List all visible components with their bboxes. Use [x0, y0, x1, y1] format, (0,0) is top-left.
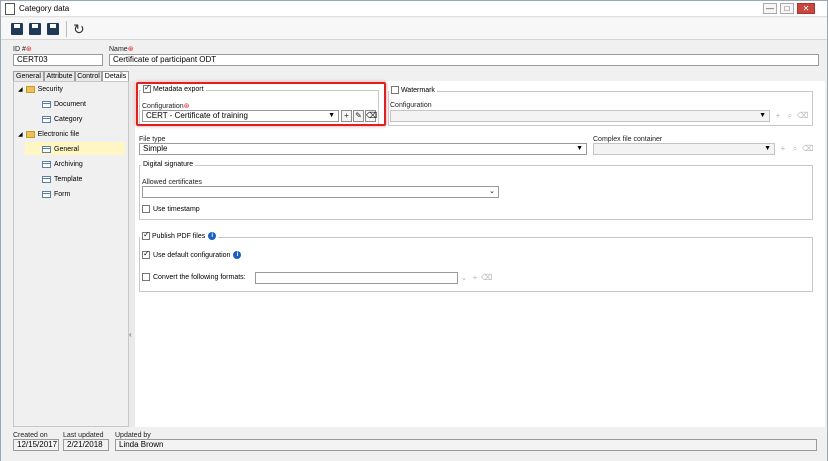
save-and-close-icon: [47, 23, 59, 35]
minimize-button[interactable]: —: [763, 3, 777, 14]
document-icon: [5, 3, 15, 15]
info-icon[interactable]: i: [233, 251, 242, 260]
use-timestamp-checkbox[interactable]: [142, 205, 150, 214]
refresh-icon: ↻: [73, 21, 85, 37]
complex-container-select[interactable]: ▼: [593, 143, 775, 155]
id-field[interactable]: CERT03: [13, 54, 103, 66]
updated-by-label: Updated by: [115, 432, 151, 439]
watermark-legend: Watermark: [389, 86, 437, 96]
updated-by-field: Linda Brown: [115, 439, 817, 451]
dropdown-arrow-icon: ▼: [759, 112, 766, 119]
tree-node-electronic-file[interactable]: ◢ Electronic file: [18, 130, 79, 140]
tree-node-form[interactable]: Form: [42, 190, 70, 200]
collapse-left-icon[interactable]: ‹: [129, 330, 132, 339]
close-button[interactable]: ✕: [797, 3, 815, 14]
publish-pdf-legend: Publish PDF filesi: [140, 230, 219, 242]
name-field[interactable]: Certificate of participant ODT: [109, 54, 819, 66]
audit-footer: Created on 12/15/2017 Last updated 2/21/…: [1, 427, 827, 461]
add-icon: +: [775, 111, 781, 120]
collapse-icon[interactable]: ◢: [18, 130, 23, 140]
created-on-label: Created on: [13, 432, 48, 439]
allowed-certificates-select[interactable]: ⌄: [142, 186, 499, 198]
save-button[interactable]: [9, 21, 25, 37]
use-default-config-row[interactable]: Use default configurationi: [142, 249, 242, 261]
form-icon: [42, 190, 51, 198]
file-type-label: File type: [139, 136, 166, 143]
last-updated-label: Last updated: [63, 432, 104, 439]
form-icon: [42, 145, 51, 153]
form-icon: [42, 160, 51, 168]
publish-pdf-checkbox[interactable]: [142, 230, 150, 241]
collapse-icon[interactable]: ◢: [18, 85, 23, 95]
required-icon: ⊛: [127, 46, 134, 53]
form-icon: [42, 115, 51, 123]
info-icon[interactable]: i: [208, 232, 217, 241]
window-title: Category data: [19, 4, 70, 13]
search-icon: ⌕: [792, 144, 798, 153]
search-icon: ⌕: [787, 111, 793, 120]
chevron-down-icon: ⌄: [460, 273, 468, 282]
clear-icon: ⌫: [481, 273, 493, 282]
last-updated-field: 2/21/2018: [63, 439, 109, 451]
tree-node-document[interactable]: Document: [42, 100, 86, 110]
file-type-select[interactable]: Simple ▼: [139, 143, 587, 155]
toolbar-separator: [66, 21, 67, 37]
save-and-close-button[interactable]: [45, 21, 61, 37]
complex-container-label: Complex file container: [593, 136, 663, 143]
metadata-export-highlight: [136, 82, 386, 126]
id-label: ID #⊛: [13, 46, 32, 53]
tab-attribute[interactable]: Attribute: [44, 71, 75, 81]
toolbar: ↻: [1, 18, 827, 40]
category-data-window: Category data — □ ✕ ↻ ID #⊛ CERT03 Name⊛…: [0, 0, 828, 461]
tab-general[interactable]: General: [13, 71, 44, 81]
form-icon: [42, 100, 51, 108]
name-label: Name⊛: [109, 46, 134, 53]
tree-node-security[interactable]: ◢ Security: [18, 85, 63, 95]
convert-formats-checkbox[interactable]: [142, 273, 150, 282]
convert-formats-field[interactable]: [255, 272, 458, 284]
dropdown-arrow-icon: ▼: [576, 145, 583, 152]
save-and-new-button[interactable]: [27, 21, 43, 37]
maximize-button[interactable]: □: [780, 3, 794, 14]
dropdown-arrow-icon: ▼: [764, 145, 771, 152]
refresh-button[interactable]: ↻: [71, 21, 87, 37]
watermark-checkbox[interactable]: [391, 86, 399, 95]
chevron-down-icon: ⌄: [489, 188, 495, 195]
use-timestamp-row[interactable]: Use timestamp: [142, 205, 200, 215]
add-icon: +: [780, 144, 786, 153]
digital-signature-legend: Digital signature: [141, 160, 196, 170]
convert-formats-row[interactable]: Convert the following formats:: [142, 273, 246, 283]
clear-icon: ⌫: [797, 111, 809, 120]
watermark-config-label: Configuration: [390, 102, 432, 109]
form-icon: [42, 175, 51, 183]
save-and-new-icon: [29, 23, 41, 35]
folder-icon: [25, 130, 35, 138]
tab-control[interactable]: Control: [75, 71, 102, 81]
allowed-certificates-label: Allowed certificates: [142, 179, 202, 186]
clear-icon: ⌫: [802, 144, 814, 153]
tree-node-archiving[interactable]: Archiving: [42, 160, 83, 170]
details-tree: ◢ Security Document Category ◢ Electronic …: [13, 81, 129, 427]
tree-node-template[interactable]: Template: [42, 175, 82, 185]
tree-node-general[interactable]: General: [42, 145, 79, 155]
use-default-config-checkbox[interactable]: [142, 249, 150, 260]
created-on-field: 12/15/2017: [13, 439, 59, 451]
watermark-config-select[interactable]: ▼: [390, 110, 770, 122]
folder-icon: [25, 85, 35, 93]
save-icon: [11, 23, 23, 35]
tree-node-category[interactable]: Category: [42, 115, 82, 125]
add-icon: +: [472, 273, 478, 282]
required-icon: ⊛: [25, 46, 32, 53]
title-bar: Category data — □ ✕: [1, 1, 827, 17]
